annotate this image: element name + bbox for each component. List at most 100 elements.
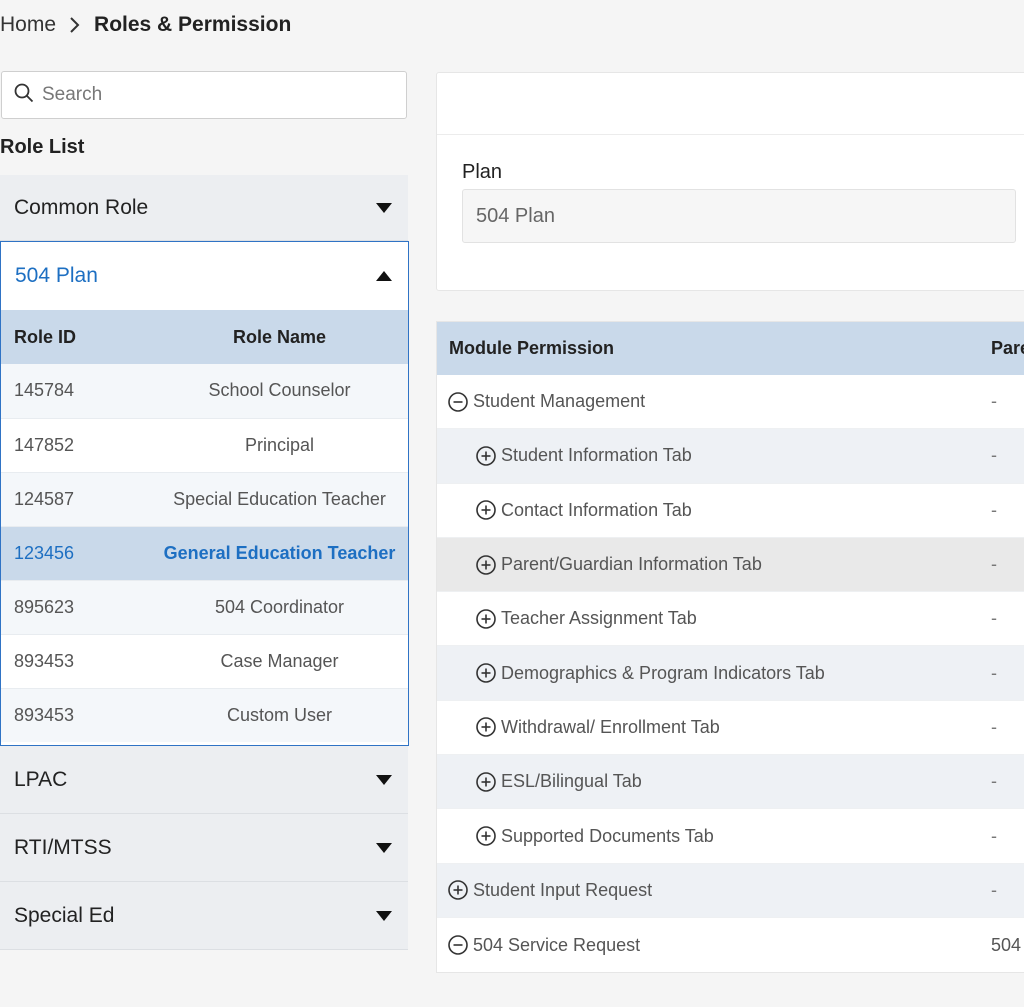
- search-input[interactable]: [42, 84, 382, 106]
- group-label: LPAC: [14, 767, 68, 791]
- permission-label: Demographics & Program Indicators Tab: [501, 662, 825, 683]
- module-permission-table: Module Permission Pare Student Managemen…: [436, 321, 1024, 974]
- role-name: School Counselor: [151, 364, 408, 419]
- plus-circle-icon[interactable]: [475, 499, 497, 521]
- permission-header: Module Permission Pare: [437, 322, 1024, 375]
- caret-up-icon: [374, 264, 394, 288]
- table-row[interactable]: 893453 Custom User: [1, 688, 408, 742]
- parent-value: -: [991, 771, 997, 792]
- table-row[interactable]: 147852 Principal: [1, 418, 408, 473]
- chevron-right-icon: [66, 16, 84, 34]
- role-name: Special Education Teacher: [151, 472, 408, 527]
- permission-row[interactable]: Parent/Guardian Information Tab -: [437, 537, 1024, 593]
- permission-label: Parent/Guardian Information Tab: [501, 554, 762, 575]
- plus-circle-icon[interactable]: [475, 608, 497, 630]
- permission-label: Student Input Request: [473, 879, 653, 900]
- group-lpac[interactable]: LPAC: [0, 746, 408, 814]
- group-rti-mtss[interactable]: RTI/MTSS: [0, 814, 408, 882]
- permission-label: Student Information Tab: [501, 445, 692, 466]
- table-row[interactable]: 895623 504 Coordinator: [1, 580, 408, 635]
- column-parent: Pare: [991, 338, 1024, 358]
- role-id: 123456: [1, 526, 151, 581]
- breadcrumb: Home Roles & Permission: [0, 12, 291, 38]
- permission-label: ESL/Bilingual Tab: [501, 771, 642, 792]
- permission-row[interactable]: 504 Service Request 504: [437, 918, 1024, 972]
- parent-value: -: [991, 716, 997, 737]
- role-id: 147852: [1, 418, 151, 473]
- permission-row[interactable]: Withdrawal/ Enrollment Tab -: [437, 701, 1024, 756]
- plus-circle-icon[interactable]: [475, 554, 497, 576]
- caret-down-icon: [374, 842, 394, 854]
- parent-value: -: [991, 879, 997, 900]
- role-table: Role ID Role Name 145784 School Counselo…: [1, 310, 408, 742]
- column-role-id: Role ID: [1, 310, 151, 364]
- permission-label: 504 Service Request: [473, 934, 641, 955]
- plus-circle-icon[interactable]: [475, 825, 497, 847]
- permission-row[interactable]: Supported Documents Tab -: [437, 809, 1024, 864]
- parent-value: 504: [991, 934, 1022, 955]
- permission-label: Supported Documents Tab: [501, 825, 714, 846]
- plus-circle-icon[interactable]: [475, 771, 497, 793]
- group-common-role[interactable]: Common Role: [0, 175, 408, 241]
- permission-row[interactable]: Teacher Assignment Tab -: [437, 592, 1024, 647]
- permission-row[interactable]: Student Management -: [437, 375, 1024, 430]
- permission-label: Teacher Assignment Tab: [501, 608, 697, 629]
- search-box[interactable]: [1, 71, 407, 119]
- column-module-permission: Module Permission: [449, 338, 615, 358]
- permission-row[interactable]: Contact Information Tab -: [437, 484, 1024, 538]
- plus-circle-icon[interactable]: [447, 879, 469, 901]
- plus-circle-icon[interactable]: [475, 662, 497, 684]
- role-id: 145784: [1, 364, 151, 419]
- group-label: Common Role: [14, 195, 149, 219]
- caret-down-icon: [374, 774, 394, 786]
- minus-circle-icon[interactable]: [447, 391, 469, 413]
- parent-value: -: [991, 608, 997, 629]
- role-id: 895623: [1, 580, 151, 635]
- permission-row[interactable]: ESL/Bilingual Tab -: [437, 755, 1024, 810]
- role-name: Case Manager: [151, 634, 408, 689]
- role-list-title: Role List: [0, 136, 85, 158]
- plan-label: Plan: [462, 161, 503, 183]
- permission-row[interactable]: Demographics & Program Indicators Tab -: [437, 646, 1024, 701]
- role-id: 124587: [1, 472, 151, 527]
- group-504-plan: 504 Plan Role ID Role Name 145784 School…: [0, 241, 409, 746]
- minus-circle-icon[interactable]: [447, 934, 469, 956]
- group-header-504-plan[interactable]: 504 Plan: [1, 242, 408, 310]
- plan-card: Plan 504 Plan: [436, 72, 1024, 291]
- group-label: Special Ed: [14, 903, 115, 927]
- group-label: 504 Plan: [15, 264, 98, 287]
- column-role-name: Role Name: [151, 310, 408, 364]
- parent-value: -: [991, 662, 997, 683]
- role-name: 504 Coordinator: [151, 580, 408, 635]
- role-id: 893453: [1, 634, 151, 689]
- plus-circle-icon[interactable]: [475, 445, 497, 467]
- table-row[interactable]: 124587 Special Education Teacher: [1, 472, 408, 527]
- permission-label: Withdrawal/ Enrollment Tab: [501, 716, 720, 737]
- group-label: RTI/MTSS: [14, 835, 112, 859]
- caret-down-icon: [374, 910, 394, 922]
- role-id: 893453: [1, 688, 151, 742]
- role-name: Principal: [151, 418, 408, 473]
- table-row-selected[interactable]: 123456 General Education Teacher: [1, 526, 408, 581]
- parent-value: -: [991, 445, 997, 466]
- card-header: [437, 73, 1024, 135]
- parent-value: -: [991, 554, 997, 575]
- parent-value: -: [991, 499, 997, 520]
- parent-value: -: [991, 391, 997, 412]
- plus-circle-icon[interactable]: [475, 716, 497, 738]
- caret-down-icon: [374, 202, 394, 214]
- breadcrumb-home[interactable]: Home: [0, 13, 56, 37]
- group-special-ed[interactable]: Special Ed: [0, 882, 408, 950]
- table-row[interactable]: 893453 Case Manager: [1, 634, 408, 689]
- permission-row[interactable]: Student Information Tab -: [437, 429, 1024, 484]
- permission-label: Contact Information Tab: [501, 499, 692, 520]
- permission-row[interactable]: Student Input Request -: [437, 863, 1024, 918]
- parent-value: -: [991, 825, 997, 846]
- search-icon: [14, 83, 34, 108]
- permission-label: Student Management: [473, 391, 646, 412]
- role-name: General Education Teacher: [151, 526, 408, 581]
- role-name: Custom User: [151, 688, 408, 742]
- table-row[interactable]: 145784 School Counselor: [1, 364, 408, 419]
- breadcrumb-current: Roles & Permission: [94, 13, 292, 36]
- plan-field: 504 Plan: [462, 189, 1016, 243]
